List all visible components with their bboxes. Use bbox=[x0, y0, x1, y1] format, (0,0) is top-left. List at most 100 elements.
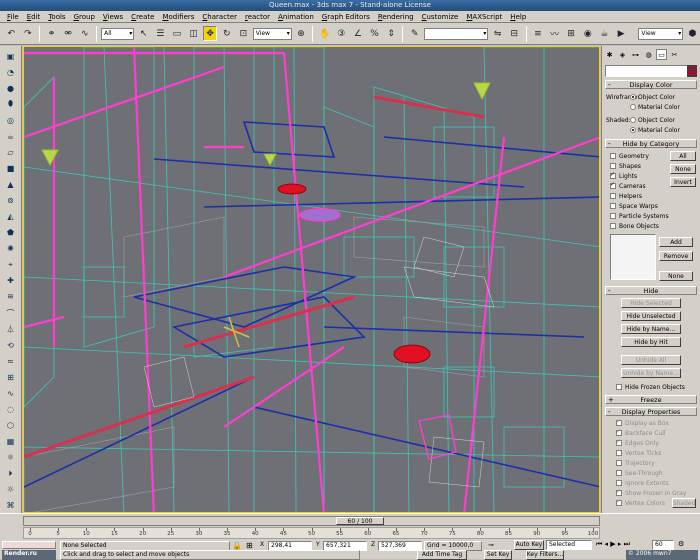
vertex-colors-shaded-button[interactable]: Shaded bbox=[672, 498, 696, 508]
create-plane-icon[interactable]: ▱ bbox=[3, 145, 18, 159]
unhide-by-name-button[interactable]: Unhide by Name... bbox=[621, 368, 681, 378]
hide-rollout[interactable]: - Hide bbox=[605, 286, 697, 295]
category-none-button[interactable]: None bbox=[670, 164, 696, 174]
time-slider[interactable]: 60 / 100 bbox=[23, 516, 600, 526]
create-cylinder-icon[interactable]: ⬮ bbox=[3, 97, 18, 111]
select-by-name-icon[interactable]: ☰ bbox=[153, 26, 168, 41]
time-slider-thumb[interactable]: 60 / 100 bbox=[336, 517, 384, 525]
hide-selected-button[interactable]: Hide Selected bbox=[621, 298, 681, 308]
material-editor-icon[interactable]: ◉ bbox=[581, 26, 596, 41]
align-icon[interactable]: ⊟ bbox=[507, 26, 522, 41]
pivot-center-icon[interactable]: ⊕ bbox=[294, 26, 309, 41]
menu-edit[interactable]: Edit bbox=[23, 11, 45, 23]
angle-snap-icon[interactable]: ∠ bbox=[351, 26, 366, 41]
reactor-icon[interactable]: ⚛ bbox=[3, 451, 18, 465]
menu-reactor[interactable]: reactor bbox=[241, 11, 274, 23]
category-space-warps-checkbox[interactable] bbox=[610, 203, 616, 209]
category-invert-button[interactable]: Invert bbox=[670, 177, 696, 187]
wireframe-material-color-radio[interactable] bbox=[630, 104, 636, 110]
menu-character[interactable]: Character bbox=[198, 11, 241, 23]
modifier-uvw-icon[interactable]: ▦ bbox=[3, 435, 18, 449]
modifier-ffd-icon[interactable]: ⊞ bbox=[3, 370, 18, 384]
select-manipulate-icon[interactable]: ✋ bbox=[317, 26, 332, 41]
menu-customize[interactable]: Customize bbox=[418, 11, 463, 23]
perspective-viewport[interactable] bbox=[23, 46, 600, 513]
render-type-dropdown[interactable]: View bbox=[638, 27, 684, 40]
display-properties-rollout[interactable]: - Display Properties bbox=[605, 407, 697, 416]
create-camera-icon[interactable]: ⌖ bbox=[3, 258, 18, 272]
create-helper-icon[interactable]: ✚ bbox=[3, 274, 18, 288]
create-box-icon[interactable]: ■ bbox=[3, 161, 18, 175]
category-cameras-checkbox[interactable] bbox=[610, 181, 616, 189]
menu-views[interactable]: Views bbox=[99, 11, 127, 23]
rect-selection-icon[interactable]: ▭ bbox=[170, 26, 185, 41]
hide-by-category-rollout[interactable]: - Hide by Category bbox=[605, 139, 697, 148]
layer-manager-icon[interactable]: ≡ bbox=[531, 26, 546, 41]
go-to-start-icon[interactable]: ⏮ bbox=[596, 540, 602, 548]
vertex-colors-checkbox[interactable] bbox=[616, 498, 622, 506]
display-as-box-checkbox[interactable] bbox=[616, 418, 622, 426]
object-name-field[interactable] bbox=[605, 65, 697, 77]
motion-tab-icon[interactable]: ◍ bbox=[643, 49, 654, 60]
unhide-all-button[interactable]: Unhide All bbox=[621, 355, 681, 365]
spinner-snap-icon[interactable]: ⇕ bbox=[384, 26, 399, 41]
modifier-bend-icon[interactable]: ⌒ bbox=[3, 306, 18, 320]
selection-filter-dropdown[interactable]: All bbox=[101, 27, 135, 40]
wireframe-object-color-radio[interactable] bbox=[630, 94, 636, 100]
shaded-object-color-radio[interactable] bbox=[630, 117, 636, 123]
hide-by-name-button[interactable]: Hide by Name... bbox=[621, 324, 681, 334]
menu-group[interactable]: Group bbox=[70, 11, 99, 23]
curve-editor-icon[interactable]: 〰 bbox=[547, 26, 562, 41]
display-color-rollout[interactable]: - Display Color bbox=[605, 80, 697, 89]
create-geometry-icon[interactable]: ▣ bbox=[3, 49, 18, 63]
modifier-mesh-icon[interactable]: ⬡ bbox=[3, 418, 18, 432]
create-hedra-icon[interactable]: ⬟ bbox=[3, 226, 18, 240]
create-shape-icon[interactable]: ◔ bbox=[3, 65, 18, 79]
menu-animation[interactable]: Animation bbox=[274, 11, 318, 23]
current-frame-field[interactable]: 60 bbox=[652, 540, 674, 550]
create-light-icon[interactable]: ✺ bbox=[3, 242, 18, 256]
menu-help[interactable]: Help bbox=[506, 11, 530, 23]
category-shapes-checkbox[interactable] bbox=[610, 163, 616, 169]
category-list-none-button[interactable]: None bbox=[659, 271, 693, 281]
modify-tab-icon[interactable]: ◈ bbox=[617, 49, 628, 60]
bind-spacewarp-icon[interactable]: ∿ bbox=[78, 26, 93, 41]
schematic-view-icon[interactable]: ⊞ bbox=[564, 26, 579, 41]
menu-maxscript[interactable]: MAXScript bbox=[462, 11, 506, 23]
category-lights-checkbox[interactable] bbox=[610, 171, 616, 179]
select-object-icon[interactable]: ↖ bbox=[136, 26, 151, 41]
percent-snap-icon[interactable]: % bbox=[367, 26, 382, 41]
named-selection-dropdown[interactable] bbox=[424, 27, 489, 40]
modifier-twist-icon[interactable]: ⟲ bbox=[3, 338, 18, 352]
utilities-tab-icon[interactable]: ✂ bbox=[669, 49, 680, 60]
display-tab-icon[interactable]: ▭ bbox=[656, 49, 667, 60]
select-link-icon[interactable]: ⚭ bbox=[44, 26, 59, 41]
mirror-icon[interactable]: ⇋ bbox=[490, 26, 505, 41]
key-selection-dropdown[interactable]: Selected bbox=[546, 540, 592, 550]
auto-key-button[interactable]: Auto Key bbox=[514, 540, 544, 550]
create-tube-icon[interactable]: ⊚ bbox=[3, 194, 18, 208]
menu-tools[interactable]: Tools bbox=[44, 11, 69, 23]
backface-cull-checkbox[interactable] bbox=[616, 428, 622, 436]
modifier-ripple-icon[interactable]: ◌ bbox=[3, 402, 18, 416]
quick-render-icon[interactable]: ▶ bbox=[614, 26, 629, 41]
create-spacewarp-icon[interactable]: ≋ bbox=[3, 290, 18, 304]
modifier-taper-icon[interactable]: ⏃ bbox=[3, 322, 18, 336]
render-icon[interactable]: ☼ bbox=[3, 483, 18, 497]
previous-frame-icon[interactable]: ◂ bbox=[605, 540, 609, 548]
see-through-checkbox[interactable] bbox=[616, 470, 622, 476]
category-all-button[interactable]: All bbox=[670, 151, 696, 161]
menu-graph-editors[interactable]: Graph Editors bbox=[318, 11, 374, 23]
show-frozen-gray-checkbox[interactable] bbox=[616, 488, 622, 496]
track-bar[interactable]: 0 5 10 15 20 25 30 35 40 45 50 55 60 65 70 75 80 85 90 95 10… bbox=[23, 527, 600, 539]
create-cone-icon[interactable]: ▲ bbox=[3, 178, 18, 192]
animation-icon[interactable]: ⏵ bbox=[3, 467, 18, 481]
snap-toggle-icon[interactable]: ③ bbox=[334, 26, 349, 41]
create-pyramid-icon[interactable]: ◭ bbox=[3, 210, 18, 224]
category-remove-button[interactable]: Remove bbox=[659, 251, 693, 261]
create-torus-icon[interactable]: ◎ bbox=[3, 113, 18, 127]
select-rotate-icon[interactable]: ↻ bbox=[219, 26, 234, 41]
hide-unselected-button[interactable]: Hide Unselected bbox=[621, 311, 681, 321]
hide-by-hit-button[interactable]: Hide by Hit bbox=[621, 337, 681, 347]
create-sphere-icon[interactable]: ● bbox=[3, 81, 18, 95]
